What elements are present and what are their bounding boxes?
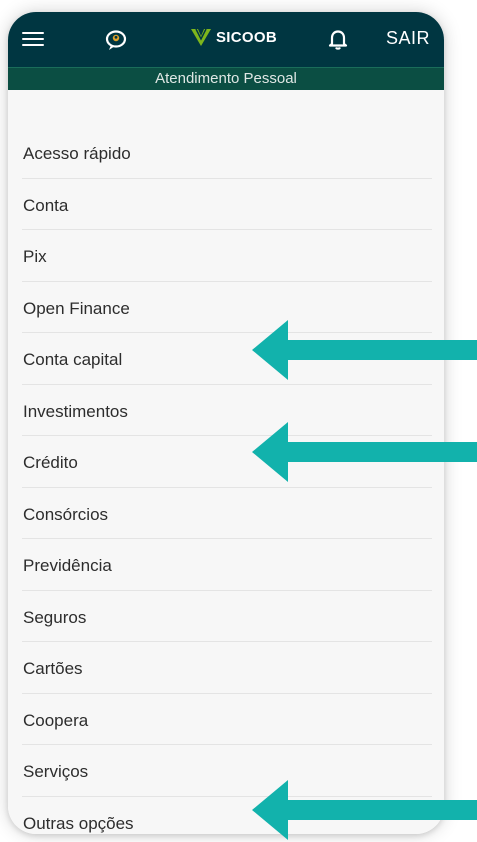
top-app-bar: SICOOB SAIR — [8, 12, 444, 67]
menu-item-consorcios[interactable]: Consórcios — [8, 488, 444, 540]
arrow-conta-capital-icon — [252, 320, 477, 380]
chat-support-icon[interactable] — [102, 26, 130, 54]
sicoob-logo-icon — [191, 28, 211, 46]
arrow-outras-opcoes-icon — [252, 780, 477, 840]
bell-icon[interactable] — [326, 27, 350, 51]
hamburger-menu-icon[interactable] — [22, 28, 44, 50]
sicoob-logo: SICOOB — [190, 27, 277, 47]
menu-item-seguros[interactable]: Seguros — [8, 591, 444, 643]
menu-item-conta[interactable]: Conta — [8, 179, 444, 231]
arrow-credito-icon — [252, 422, 477, 482]
menu-item-coopera[interactable]: Coopera — [8, 694, 444, 746]
logout-button[interactable]: SAIR — [386, 28, 430, 49]
logo-text: SICOOB — [216, 28, 277, 46]
menu-item-previdencia[interactable]: Previdência — [8, 539, 444, 591]
menu-item-pix[interactable]: Pix — [8, 230, 444, 282]
service-mode-banner: Atendimento Pessoal — [8, 67, 444, 91]
menu-item-cartoes[interactable]: Cartões — [8, 642, 444, 694]
menu-item-acesso-rapido[interactable]: Acesso rápido — [8, 127, 444, 179]
